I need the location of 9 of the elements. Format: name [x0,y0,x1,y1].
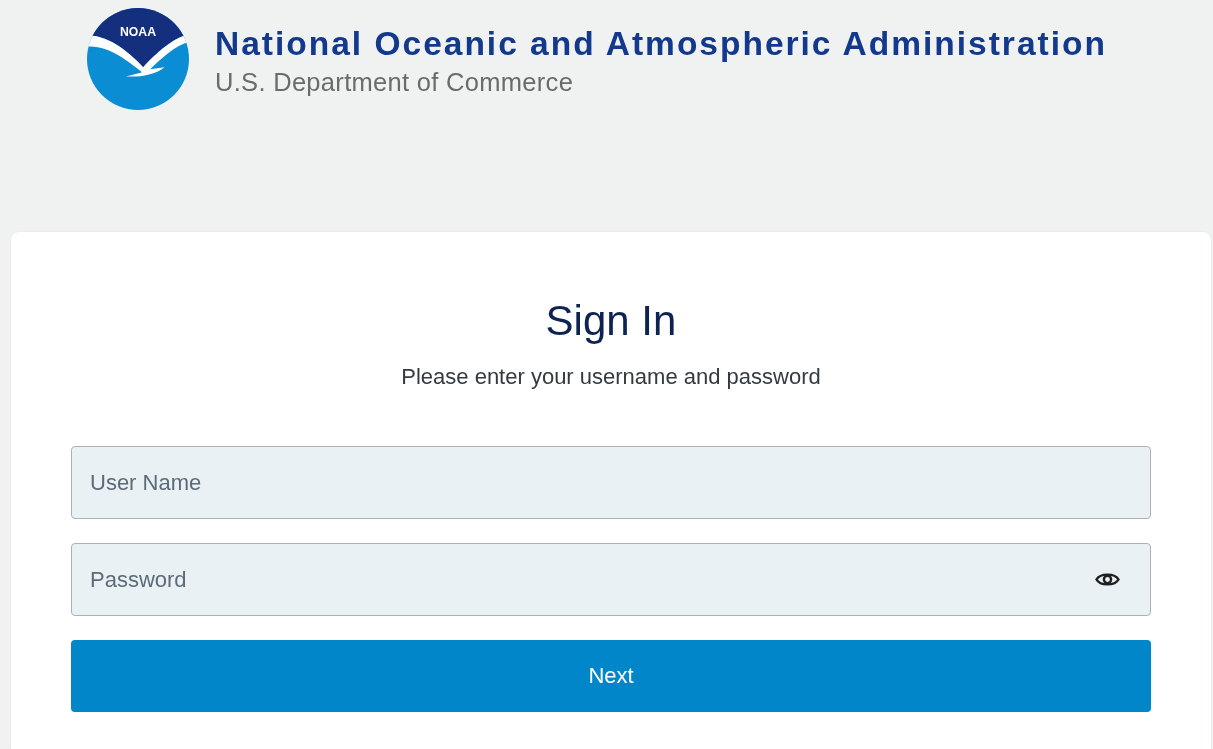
noaa-logo: NOAA [87,8,189,110]
next-button[interactable]: Next [71,640,1151,712]
header-title: National Oceanic and Atmospheric Administration [215,24,1107,63]
eye-icon[interactable] [1095,571,1120,588]
password-field[interactable]: Password [71,543,1151,616]
sign-in-title: Sign In [545,296,677,346]
sign-in-subtitle: Please enter your username and password [401,363,821,391]
user-name-field[interactable]: User Name [71,446,1151,519]
header-subtitle: U.S. Department of Commerce [215,66,574,97]
